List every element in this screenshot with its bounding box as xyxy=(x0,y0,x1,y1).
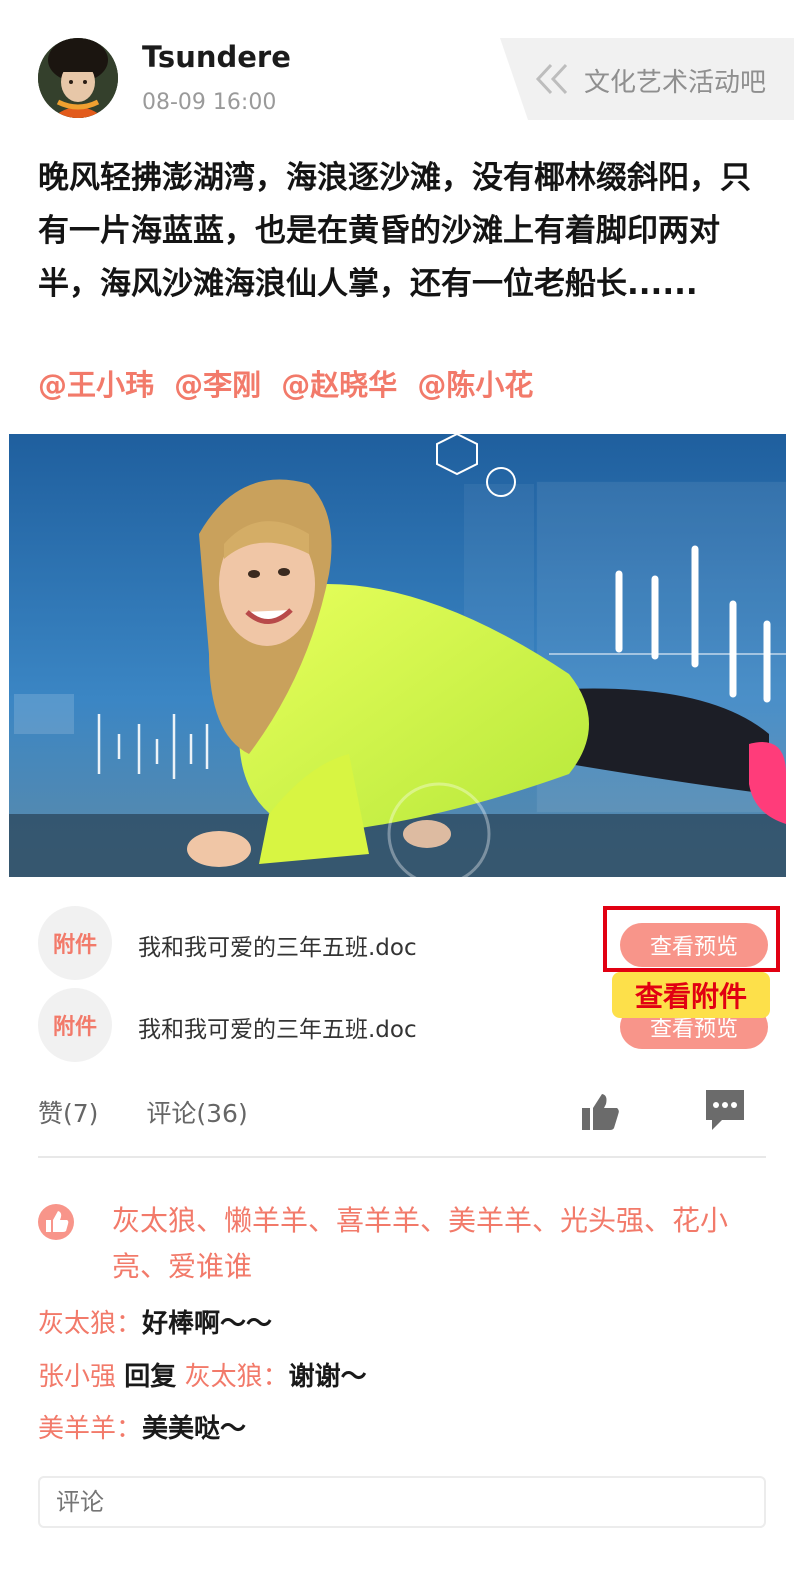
group-name: 文化艺术活动吧 xyxy=(584,68,767,98)
comments-count[interactable]: 评论(36) xyxy=(146,1099,247,1128)
comment-user[interactable]: 灰太狼 xyxy=(38,1309,116,1339)
mention-link[interactable]: @赵晓华 xyxy=(281,368,397,402)
comment-text: 美美哒～ xyxy=(142,1414,247,1444)
comment-item: 美羊羊：美美哒～ xyxy=(38,1408,246,1445)
group-tag[interactable]: 文化艺术活动吧 xyxy=(500,38,794,120)
comment-item: 张小强 回复 灰太狼：谢谢～ xyxy=(38,1356,367,1393)
comment-item: 灰太狼：好棒啊～～ xyxy=(38,1303,272,1340)
attachment-filename[interactable]: 我和我可爱的三年五班.doc xyxy=(138,1010,417,1044)
comment-text: 好棒啊～～ xyxy=(142,1309,273,1339)
comment-input[interactable] xyxy=(38,1476,766,1528)
post-text: 晚风轻拂澎湖湾，海浪逐沙滩，没有椰林缀斜阳，只有一片海蓝蓝，也是在黄昏的沙滩上有… xyxy=(38,160,751,302)
reply-word: 回复 xyxy=(124,1362,177,1392)
post-header: Tsundere 08-09 16:00 文化艺术活动吧 xyxy=(0,0,794,140)
likes-count[interactable]: 赞(7) xyxy=(38,1099,98,1128)
comment-user[interactable]: 张小强 xyxy=(38,1362,116,1392)
reply-target[interactable]: 灰太狼 xyxy=(185,1362,263,1392)
comment-separator: ： xyxy=(116,1414,143,1444)
attachment-badge: 附件 xyxy=(38,906,112,980)
avatar[interactable] xyxy=(38,38,118,118)
chevron-double-left-icon xyxy=(535,63,568,95)
mention-link[interactable]: @陈小花 xyxy=(417,368,533,402)
comment-text: 谢谢～ xyxy=(288,1362,367,1392)
annotation-tooltip: 查看附件 xyxy=(612,972,770,1018)
post-stats: 赞(7) 评论(36) xyxy=(38,1094,288,1130)
comment-separator: ： xyxy=(262,1362,289,1392)
comment-separator: ： xyxy=(116,1309,143,1339)
post-image[interactable] xyxy=(9,434,786,877)
mention-link[interactable]: @王小玮 xyxy=(38,368,154,402)
author-name[interactable]: Tsundere xyxy=(142,40,291,74)
attachment-filename[interactable]: 我和我可爱的三年五班.doc xyxy=(138,928,417,962)
attachment-badge: 附件 xyxy=(38,988,112,1062)
like-badge-icon xyxy=(38,1204,74,1240)
comment-user[interactable]: 美羊羊 xyxy=(38,1414,116,1444)
likes-list: 灰太狼、懒羊羊、喜羊羊、美羊羊、光头强、花小亮、爱谁谁 xyxy=(112,1204,729,1283)
annotation-highlight-box xyxy=(603,906,780,972)
comment-icon[interactable] xyxy=(704,1088,746,1132)
mention-link[interactable]: @李刚 xyxy=(174,368,261,402)
post-time: 08-09 16:00 xyxy=(142,90,277,115)
mentions: @王小玮 @李刚 @赵晓华 @陈小花 xyxy=(38,362,543,404)
thumbs-up-icon[interactable] xyxy=(580,1092,620,1132)
divider xyxy=(38,1156,766,1158)
